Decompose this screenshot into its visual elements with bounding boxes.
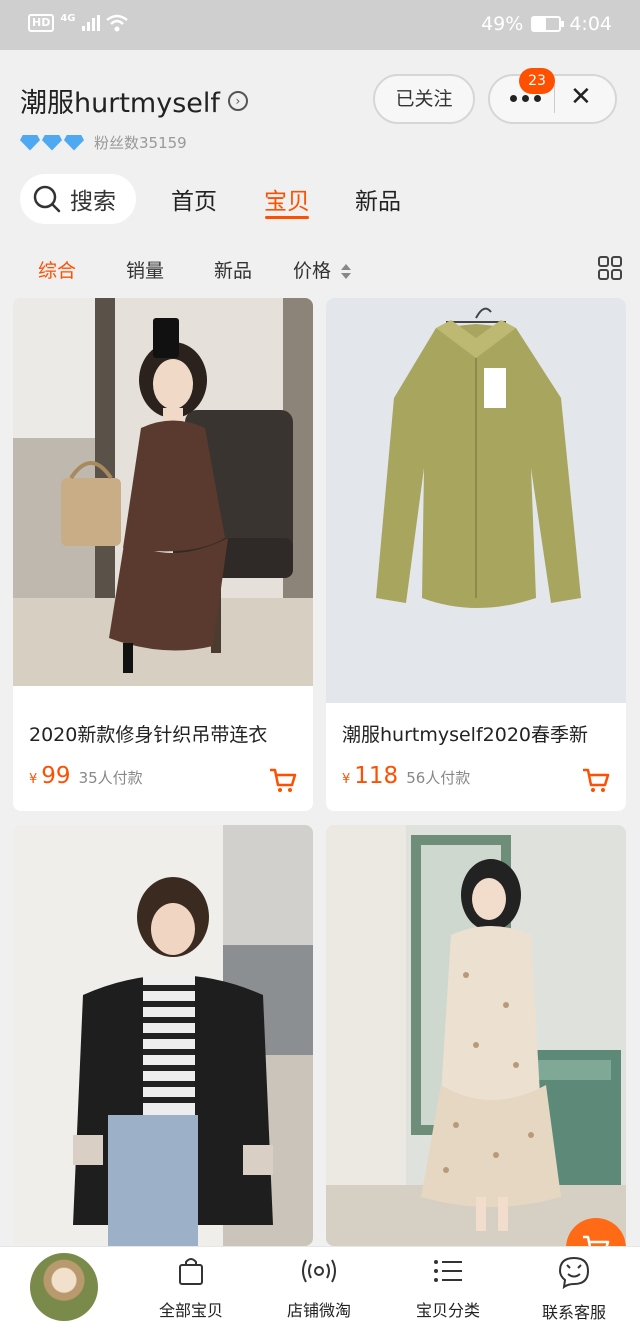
- shop-header: 潮服hurtmyself › 粉丝数35159 已关注 ✕ 23 搜索 首页 宝…: [0, 50, 640, 234]
- close-icon[interactable]: ✕: [570, 82, 592, 112]
- tab-label: 店铺微淘: [286, 1301, 351, 1320]
- cart-icon[interactable]: [582, 768, 610, 794]
- search-button[interactable]: 搜索: [20, 174, 136, 224]
- currency-symbol: ¥: [342, 772, 351, 787]
- search-icon: [33, 185, 61, 213]
- list-icon: [434, 1260, 462, 1282]
- sold-count: 56人付款: [406, 769, 471, 787]
- shop-name-link[interactable]: 潮服hurtmyself ›: [20, 81, 248, 120]
- tab-home[interactable]: 首页: [171, 182, 217, 216]
- product-title: 潮服hurtmyself2020春季新: [342, 724, 589, 746]
- product-card[interactable]: [13, 825, 313, 1246]
- chevron-right-icon: ›: [227, 90, 248, 111]
- product-price: 99: [41, 763, 71, 789]
- product-image: [13, 825, 313, 1246]
- bottom-tab-bar: 全部宝贝 店铺微淘 宝贝分类 联系客服: [0, 1246, 640, 1330]
- sort-price-label: 价格: [293, 260, 332, 282]
- tab-new[interactable]: 新品: [355, 182, 401, 216]
- clock: 4:04: [569, 13, 612, 35]
- tab-customer-service[interactable]: 联系客服: [524, 1255, 624, 1323]
- product-price: 118: [354, 763, 399, 789]
- status-right: 49% 4:04: [481, 13, 612, 35]
- tab-active-indicator: [265, 216, 309, 219]
- bag-icon: [179, 1258, 203, 1285]
- tab-label: 全部宝贝: [158, 1301, 223, 1320]
- price-row: ¥ 99 35人付款: [29, 763, 143, 789]
- product-card[interactable]: [326, 825, 626, 1246]
- shop-name: 潮服hurtmyself: [20, 88, 220, 119]
- tab-shop-feed[interactable]: 店铺微淘: [269, 1255, 369, 1321]
- diamond-icon: [42, 134, 62, 151]
- product-card[interactable]: 潮服hurtmyself2020春季新 ¥ 118 56人付款: [326, 298, 626, 811]
- chat-face-icon: [558, 1256, 590, 1290]
- divider: [554, 85, 555, 113]
- tab-all-products[interactable]: 全部宝贝: [141, 1255, 241, 1321]
- fans-count: 粉丝数35159: [94, 134, 187, 152]
- rating-diamonds: [20, 134, 84, 151]
- battery-percent: 49%: [481, 13, 524, 35]
- signal-icon: [81, 15, 100, 31]
- tab-label: 联系客服: [541, 1303, 606, 1322]
- sold-count: 35人付款: [78, 769, 143, 787]
- avatar[interactable]: [30, 1253, 98, 1321]
- product-image: [13, 298, 313, 686]
- currency-symbol: ¥: [29, 772, 38, 787]
- more-icon[interactable]: [510, 95, 541, 102]
- tab-label: 宝贝分类: [415, 1301, 480, 1320]
- price-row: ¥ 118 56人付款: [342, 763, 470, 789]
- product-image: [326, 825, 626, 1246]
- wifi-icon: [105, 14, 128, 32]
- cart-icon[interactable]: [269, 768, 297, 794]
- tab-categories[interactable]: 宝贝分类: [398, 1255, 498, 1321]
- status-left: HD 4G: [28, 12, 128, 32]
- sort-sales[interactable]: 销量: [126, 256, 164, 283]
- tab-products[interactable]: 宝贝: [264, 182, 310, 216]
- sort-arrows-icon: [341, 264, 352, 279]
- sort-bar: 综合 销量 新品 价格: [0, 244, 640, 294]
- status-bar: HD 4G 49% 4:04: [0, 0, 640, 50]
- notification-badge: 23: [519, 68, 555, 94]
- battery-icon: [531, 16, 565, 32]
- diamond-icon: [20, 134, 40, 151]
- grid-view-icon[interactable]: [598, 256, 622, 280]
- product-title: 2020新款修身针织吊带连衣: [29, 724, 268, 746]
- shop-meta: 粉丝数35159: [20, 132, 187, 153]
- network-type: 4G: [60, 12, 76, 24]
- product-image: [326, 298, 626, 703]
- follow-button[interactable]: 已关注: [373, 74, 475, 124]
- hd-badge: HD: [28, 14, 55, 32]
- search-label: 搜索: [70, 189, 116, 215]
- diamond-icon: [64, 134, 84, 151]
- sort-new[interactable]: 新品: [214, 256, 252, 283]
- product-card[interactable]: 2020新款修身针织吊带连衣 ¥ 99 35人付款: [13, 298, 313, 811]
- sort-price[interactable]: 价格: [293, 256, 352, 283]
- sort-comprehensive[interactable]: 综合: [38, 256, 76, 283]
- broadcast-icon: [302, 1259, 336, 1283]
